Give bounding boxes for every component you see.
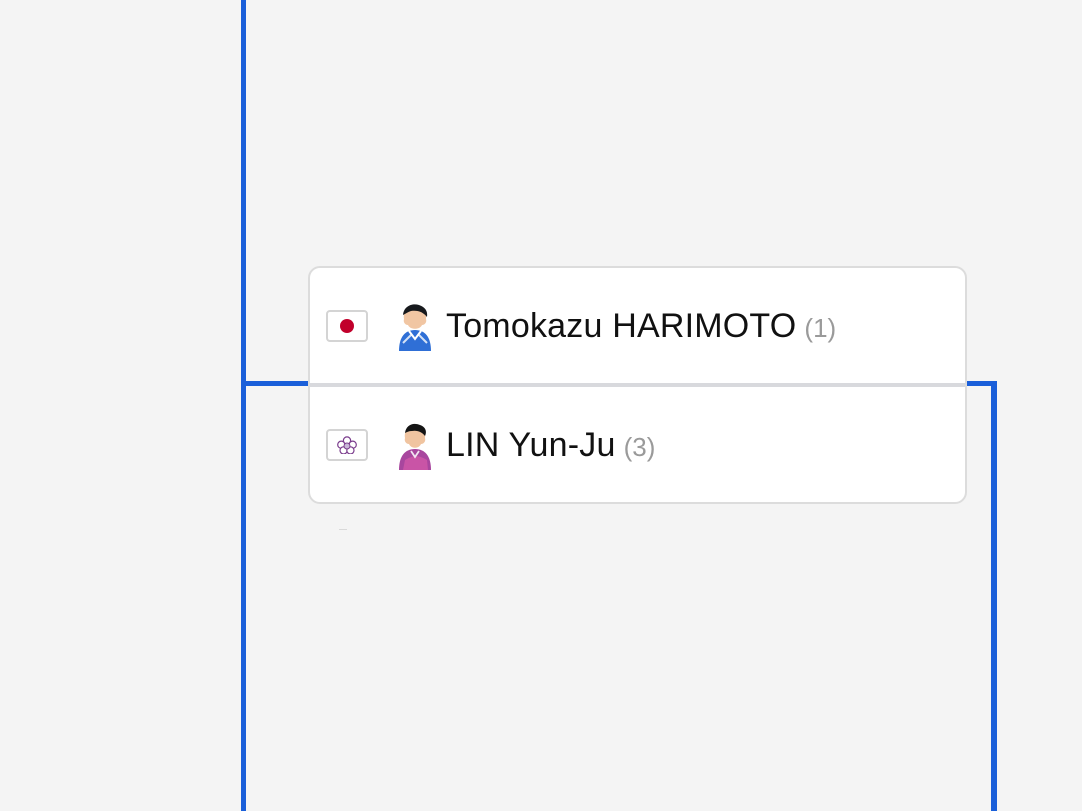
- japan-flag-icon: [326, 310, 368, 342]
- bracket-connector-left: [241, 381, 311, 386]
- player-row-harimoto[interactable]: Tomokazu HARIMOTO (1): [310, 268, 965, 384]
- seed-label: (1): [804, 312, 837, 343]
- plum-blossom-icon: [337, 436, 357, 454]
- chinese-taipei-flag-icon: [326, 429, 368, 461]
- small-dash-mark: [339, 529, 347, 530]
- player-name: Tomokazu HARIMOTO: [446, 306, 797, 345]
- player-avatar-icon: [399, 304, 431, 351]
- japan-flag-disc: [340, 319, 354, 333]
- seed-label: (3): [623, 431, 656, 462]
- bracket-line-right-vertical: [991, 381, 997, 811]
- bracket-line-left-vertical: [241, 0, 246, 811]
- player-avatar-icon: [399, 423, 431, 470]
- match-card[interactable]: Tomokazu HARIMOTO (1) LIN Yun-Ju (3): [308, 266, 967, 504]
- player-row-lin[interactable]: LIN Yun-Ju (3): [310, 387, 965, 502]
- player-name: LIN Yun-Ju: [446, 425, 616, 464]
